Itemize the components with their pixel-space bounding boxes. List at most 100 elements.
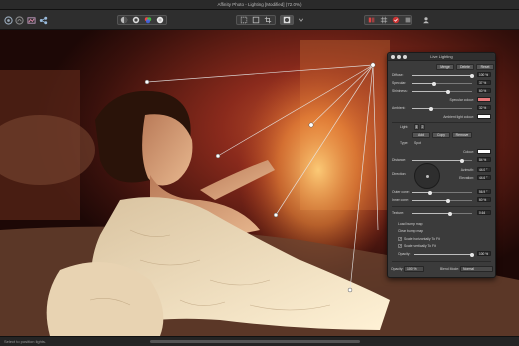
specular-colour-label: Specular colour: xyxy=(449,98,474,102)
auto-white-balance-icon[interactable] xyxy=(155,14,165,26)
distance-slider-knob[interactable] xyxy=(460,158,465,163)
diffuse-value[interactable]: 100 % xyxy=(477,72,491,77)
status-bar: Select to position lights. xyxy=(0,336,519,346)
scale-horizontally-label: Scale horizontally To Fit xyxy=(404,237,440,241)
opacity-slider[interactable] xyxy=(414,252,474,257)
specular-slider[interactable] xyxy=(412,81,472,86)
direction-dial-handle[interactable] xyxy=(426,175,429,178)
distance-value[interactable]: 84 % xyxy=(477,157,491,162)
inner-cone-value[interactable]: 60 % xyxy=(477,197,491,202)
distance-slider[interactable] xyxy=(412,158,472,163)
ambient-light-colour-label: Ambient light colour: xyxy=(443,115,474,119)
opacity-label: Opacity: xyxy=(398,252,411,256)
crop-icon[interactable] xyxy=(263,14,273,26)
diffuse-slider-knob[interactable] xyxy=(470,73,474,78)
direction-label: Direction: xyxy=(392,172,407,176)
texture-value[interactable]: 0.64 xyxy=(477,210,491,215)
elevation-value[interactable]: 44.6 ° xyxy=(477,175,491,180)
opacity-slider-knob[interactable] xyxy=(470,252,474,257)
inner-cone-label: Inner cone: xyxy=(392,198,409,202)
clear-bump-map-button[interactable]: Clear bump map xyxy=(398,229,423,233)
outer-cone-label: Outer cone: xyxy=(392,190,410,194)
horizontal-scrollbar[interactable] xyxy=(150,340,360,343)
persona-export-icon[interactable] xyxy=(38,14,48,26)
scale-vertically-checkbox[interactable] xyxy=(398,244,402,248)
scale-vertically-label: Scale vertically To Fit xyxy=(404,244,436,248)
specular-colour-swatch[interactable] xyxy=(477,97,491,102)
remove-light-button[interactable]: Remove xyxy=(452,132,472,138)
delete-button[interactable]: Delete xyxy=(456,64,474,70)
type-label: Type: xyxy=(400,141,409,145)
opacity-value[interactable]: 100 % xyxy=(477,251,491,256)
shininess-slider-knob[interactable] xyxy=(446,89,450,94)
divider xyxy=(392,206,491,207)
pixel-icon[interactable] xyxy=(391,14,401,26)
specular-slider-knob[interactable] xyxy=(432,81,437,86)
colour-label: Colour: xyxy=(463,150,474,154)
live-lighting-panel: Live Lighting Merge Delete Reset Diffuse… xyxy=(387,52,496,278)
diffuse-slider[interactable] xyxy=(412,73,474,78)
add-light-button[interactable]: Add xyxy=(412,132,430,138)
blend-mode-label: Blend Mode: xyxy=(440,267,460,271)
ambient-label: Ambient: xyxy=(392,106,406,110)
ambient-slider-knob[interactable] xyxy=(429,106,434,111)
auto-colors-icon[interactable] xyxy=(143,14,153,26)
quick-mask-icon[interactable] xyxy=(282,14,292,26)
ambient-light-colour-swatch[interactable] xyxy=(477,114,491,119)
light-colour-swatch[interactable] xyxy=(477,149,491,154)
grid-icon[interactable] xyxy=(379,14,389,26)
light-2-button[interactable]: 2 xyxy=(420,124,425,130)
outer-cone-value[interactable]: 56.9 ° xyxy=(477,189,491,194)
blend-mode-dropdown[interactable]: Normal xyxy=(460,266,493,272)
reset-button[interactable]: Reset xyxy=(476,64,494,70)
shininess-label: Shininess: xyxy=(392,89,408,93)
texture-slider[interactable] xyxy=(412,211,472,216)
ambient-slider[interactable] xyxy=(412,106,472,111)
outer-cone-slider-knob[interactable] xyxy=(428,190,432,195)
title-bar: Affinity Photo - Lighting [Modified] (72… xyxy=(0,0,519,10)
copy-light-button[interactable]: Copy xyxy=(432,132,450,138)
divider xyxy=(392,261,491,262)
panel-title: Live Lighting xyxy=(430,54,453,59)
specular-label: Specular: xyxy=(392,81,407,85)
texture-slider-knob[interactable] xyxy=(448,211,453,216)
chevron-down-icon[interactable] xyxy=(296,14,306,26)
light-1-button[interactable]: 1 xyxy=(414,124,419,130)
persona-photo-icon[interactable] xyxy=(3,14,13,26)
merge-button[interactable]: Merge xyxy=(436,64,454,70)
divider xyxy=(392,122,491,123)
app-window: Affinity Photo - Lighting [Modified] (72… xyxy=(0,0,519,346)
scale-horizontally-checkbox[interactable] xyxy=(398,237,402,241)
direction-dial[interactable] xyxy=(414,163,440,189)
ambient-value[interactable]: 32 % xyxy=(477,105,491,110)
marquee-icon[interactable] xyxy=(251,14,261,26)
window-title: Affinity Photo - Lighting [Modified] (72… xyxy=(217,2,302,7)
bottom-opacity-label: Opacity: xyxy=(391,267,404,271)
auto-levels-icon[interactable] xyxy=(119,14,129,26)
distance-label: Distance: xyxy=(392,158,407,162)
assistant-settings-icon[interactable] xyxy=(421,14,431,26)
status-hint: Select to position lights. xyxy=(4,339,47,344)
shininess-value[interactable]: 60 % xyxy=(477,88,491,93)
elevation-label: Elevation: xyxy=(459,176,474,180)
inner-cone-slider[interactable] xyxy=(412,198,472,203)
azimuth-label: Azimuth: xyxy=(460,168,474,172)
texture-label: Texture: xyxy=(392,211,405,215)
light-label: Light: xyxy=(400,125,409,129)
azimuth-value[interactable]: 44.0 ° xyxy=(477,167,491,172)
assistant-icon[interactable] xyxy=(403,14,413,26)
persona-develop-icon[interactable] xyxy=(26,14,36,26)
shininess-slider[interactable] xyxy=(412,89,472,94)
auto-contrast-icon[interactable] xyxy=(131,14,141,26)
persona-liquify-icon[interactable] xyxy=(14,14,24,26)
type-value[interactable]: Spot xyxy=(414,141,421,145)
outer-cone-slider[interactable] xyxy=(412,190,472,195)
load-bump-map-button[interactable]: Load bump map xyxy=(398,222,423,226)
diffuse-label: Diffuse: xyxy=(392,73,404,77)
selection-brush-icon[interactable] xyxy=(239,14,249,26)
bottom-opacity-dropdown[interactable]: 100 % xyxy=(404,266,424,272)
panel-titlebar: Live Lighting xyxy=(388,53,495,61)
specular-value[interactable]: 37 % xyxy=(477,80,491,85)
inner-cone-slider-knob[interactable] xyxy=(446,198,450,203)
selection-icon[interactable] xyxy=(367,14,377,26)
